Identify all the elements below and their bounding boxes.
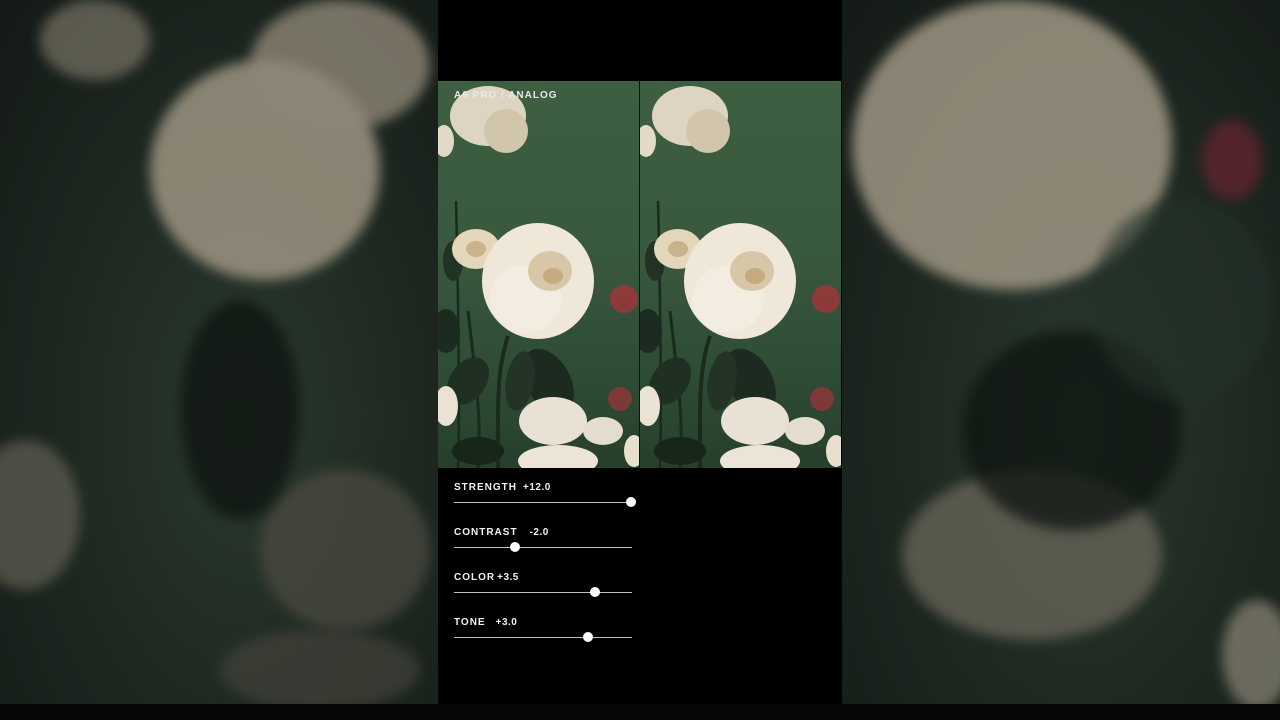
color-slider[interactable]: COLOR +3.5	[454, 558, 644, 598]
tone-label: TONE	[454, 617, 486, 628]
contrast-handle[interactable]	[509, 542, 520, 552]
comparison-divider[interactable]	[639, 81, 640, 468]
tone-handle[interactable]	[582, 632, 593, 642]
strength-handle[interactable]	[626, 497, 637, 507]
contrast-slider[interactable]: CONTRAST -2.0	[454, 513, 644, 553]
strength-value: +12.0	[523, 482, 551, 493]
strength-slider[interactable]: STRENGTH +12.0	[454, 468, 644, 508]
editor-panel: A6 PRO / ANALOG STRENGTH +12.0 CONTRAST …	[438, 0, 842, 704]
strength-track[interactable]	[454, 502, 632, 503]
strength-label: STRENGTH	[454, 482, 517, 493]
color-handle[interactable]	[589, 587, 600, 597]
contrast-value: -2.0	[529, 527, 549, 538]
color-label: COLOR	[454, 572, 496, 583]
preset-label: A6 PRO / ANALOG	[454, 90, 558, 101]
color-track[interactable]	[454, 592, 632, 593]
bottom-bar	[0, 704, 1280, 720]
contrast-label: CONTRAST	[454, 527, 518, 538]
photo-original	[640, 81, 841, 468]
color-value: +3.5	[497, 572, 519, 583]
contrast-track[interactable]	[454, 547, 632, 548]
comparison-view[interactable]: A6 PRO / ANALOG	[438, 81, 842, 468]
tone-value: +3.0	[495, 617, 518, 628]
tone-slider[interactable]: TONE +3.0	[454, 603, 644, 643]
background-blur-left	[0, 0, 438, 704]
tone-track[interactable]	[454, 637, 632, 638]
background-blur-right	[842, 0, 1280, 704]
photo-edited: A6 PRO / ANALOG	[438, 81, 639, 468]
